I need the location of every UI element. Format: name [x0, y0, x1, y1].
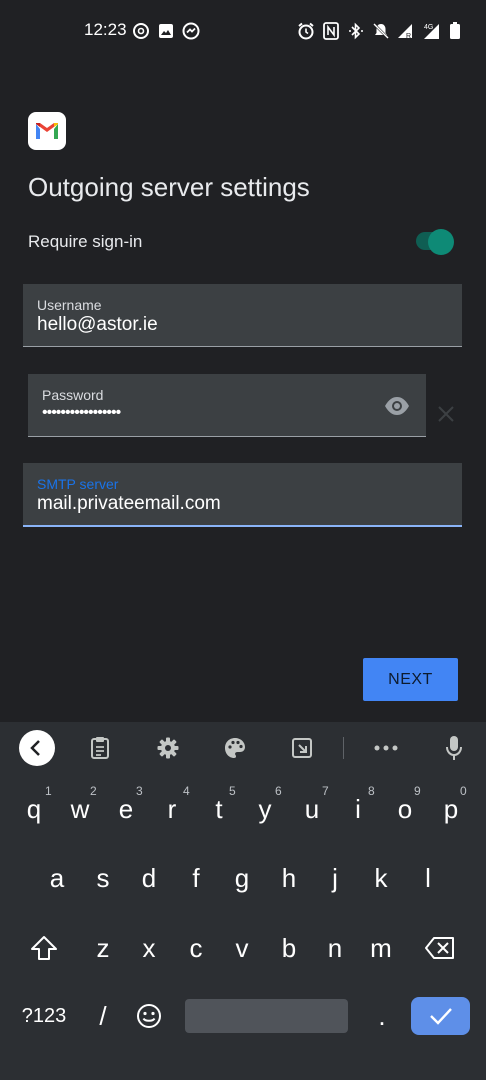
status-bar: 12:23 R 4G: [0, 0, 486, 62]
key-hint-3: 3: [136, 784, 143, 798]
enter-done-key[interactable]: [411, 997, 470, 1035]
username-field[interactable]: Username hello@astor.ie: [23, 284, 462, 347]
key-g[interactable]: g: [220, 852, 264, 904]
dnd-icon: [370, 20, 392, 42]
next-button[interactable]: NEXT: [363, 658, 458, 701]
emoji-smiley-icon: [137, 1004, 161, 1028]
key-hint-2: 2: [90, 784, 97, 798]
checkmark-icon: [429, 1008, 452, 1025]
key-period[interactable]: .: [360, 990, 404, 1042]
nfc-icon: [320, 20, 342, 42]
password-label: Password: [42, 387, 104, 403]
toolbar-divider: [343, 737, 344, 759]
key-l[interactable]: l: [406, 852, 450, 904]
require-signin-toggle-thumb[interactable]: [428, 229, 454, 255]
resize-keyboard-icon[interactable]: [284, 730, 320, 766]
signal-r-icon: R: [394, 20, 416, 42]
smtp-server-value[interactable]: mail.privateemail.com: [37, 493, 221, 515]
smtp-server-field[interactable]: SMTP server mail.privateemail.com: [23, 463, 462, 527]
bluetooth-icon: [345, 20, 367, 42]
symbols-key[interactable]: ?123: [14, 990, 74, 1042]
messenger-icon: [180, 20, 202, 42]
key-b[interactable]: b: [267, 922, 311, 974]
key-hint-7: 7: [322, 784, 329, 798]
key-d[interactable]: d: [127, 852, 171, 904]
settings-gear-icon[interactable]: [150, 730, 186, 766]
emoji-key[interactable]: [127, 990, 171, 1042]
require-signin-label: Require sign-in: [28, 232, 143, 251]
shift-key[interactable]: [22, 922, 66, 974]
key-a[interactable]: a: [35, 852, 79, 904]
svg-text:4G: 4G: [424, 24, 433, 31]
page-title: Outgoing server settings: [28, 172, 310, 202]
battery-icon: [444, 20, 466, 42]
key-s[interactable]: s: [81, 852, 125, 904]
key-hint-1: 1: [45, 784, 52, 798]
key-v[interactable]: v: [220, 922, 264, 974]
key-x[interactable]: x: [127, 922, 171, 974]
space-bar[interactable]: [185, 999, 348, 1033]
key-n[interactable]: n: [313, 922, 357, 974]
key-hint-8: 8: [368, 784, 375, 798]
key-hint-4: 4: [183, 784, 190, 798]
key-z[interactable]: z: [81, 922, 125, 974]
clipboard-icon[interactable]: [82, 730, 118, 766]
password-field[interactable]: Password •••••••••••••••••: [28, 374, 426, 437]
key-k[interactable]: k: [359, 852, 403, 904]
key-f[interactable]: f: [174, 852, 218, 904]
backspace-key[interactable]: [418, 922, 462, 974]
backspace-icon: [425, 937, 454, 959]
key-hint-5: 5: [229, 784, 236, 798]
status-time: 12:23: [84, 20, 127, 39]
key-hint-6: 6: [275, 784, 282, 798]
smtp-server-label: SMTP server: [37, 476, 119, 492]
theme-palette-icon[interactable]: [217, 730, 253, 766]
shift-arrow-icon: [31, 936, 57, 960]
signal-4g-icon: 4G: [420, 20, 442, 42]
key-h[interactable]: h: [267, 852, 311, 904]
more-options-icon[interactable]: [368, 730, 404, 766]
gmail-logo: [28, 112, 66, 150]
gallery-icon: [155, 20, 177, 42]
username-value[interactable]: hello@astor.ie: [37, 314, 158, 336]
key-hint-0: 0: [460, 784, 467, 798]
clear-close-icon[interactable]: [436, 404, 456, 424]
threads-icon: [130, 20, 152, 42]
key-c[interactable]: c: [174, 922, 218, 974]
key-slash[interactable]: /: [81, 990, 125, 1042]
key-hint-9: 9: [414, 784, 421, 798]
show-password-eye-icon[interactable]: [383, 392, 411, 420]
key-m[interactable]: m: [359, 922, 403, 974]
password-value[interactable]: •••••••••••••••••: [42, 404, 121, 422]
key-j[interactable]: j: [313, 852, 357, 904]
alarm-icon: [295, 20, 317, 42]
keyboard-collapse-back-icon[interactable]: [19, 730, 55, 766]
username-label: Username: [37, 297, 102, 313]
microphone-icon[interactable]: [436, 730, 472, 766]
svg-text:R: R: [406, 33, 411, 40]
